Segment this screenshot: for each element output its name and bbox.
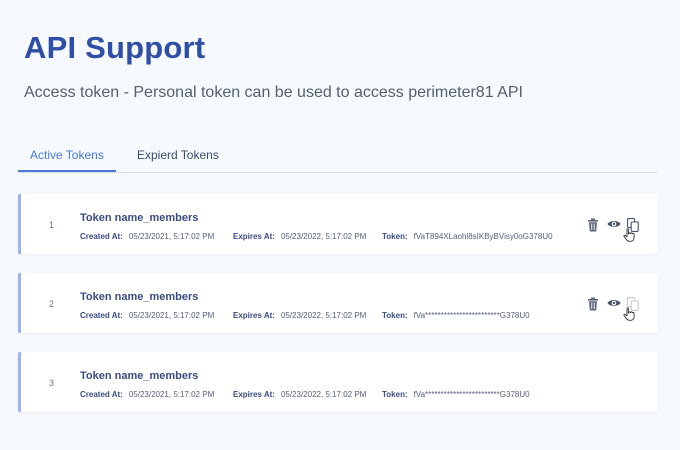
token-name: Token name_members bbox=[80, 291, 199, 303]
token-name: Token name_members bbox=[80, 212, 199, 224]
token-string: fVaT894XLaohl8sIKByBVisy0oG378U0 bbox=[413, 232, 553, 241]
expires-label: Expires At: bbox=[233, 390, 275, 399]
token-expires: Expires At: 05/23/2022, 5:17:02 PM bbox=[233, 311, 366, 320]
expires-value: 05/23/2022, 5:17:02 PM bbox=[280, 390, 367, 399]
token-string: fVa************************G378U0 bbox=[413, 390, 530, 399]
token-created: Created At: 05/23/2021, 5:17:02 PM bbox=[80, 390, 214, 399]
page-title: API Support bbox=[24, 30, 206, 65]
token-value: Token: fVa************************G378U0 bbox=[382, 390, 530, 399]
token-expires: Expires At: 05/23/2022, 5:17:02 PM bbox=[233, 232, 366, 241]
created-label: Created At: bbox=[80, 390, 123, 399]
token-label: Token: bbox=[382, 311, 408, 320]
token-value: Token: fVa************************G378U0 bbox=[382, 311, 530, 320]
token-index: 2 bbox=[49, 299, 55, 309]
created-label: Created At: bbox=[80, 311, 123, 320]
token-expires: Expires At: 05/23/2022, 5:17:02 PM bbox=[233, 390, 366, 399]
hand-cursor-icon bbox=[623, 228, 635, 242]
token-created: Created At: 05/23/2021, 5:17:02 PM bbox=[80, 311, 214, 320]
token-row: 3 Token name_members Created At: 05/23/20… bbox=[18, 352, 658, 412]
token-string: fVa************************G378U0 bbox=[413, 311, 530, 320]
token-label: Token: bbox=[382, 232, 408, 241]
token-label: Token: bbox=[382, 390, 408, 399]
token-name: Token name_members bbox=[80, 370, 199, 382]
eye-icon[interactable] bbox=[607, 219, 621, 233]
created-value: 05/23/2021, 5:17:02 PM bbox=[128, 232, 215, 241]
token-tabs: Active Tokens Expierd Tokens bbox=[18, 140, 657, 173]
token-value: Token: fVaT894XLaohl8sIKByBVisy0oG378U0 bbox=[382, 232, 553, 241]
page-subtitle: Access token - Personal token can be use… bbox=[24, 84, 523, 101]
token-index: 3 bbox=[49, 378, 55, 388]
tab-active-tokens[interactable]: Active Tokens bbox=[18, 148, 116, 172]
created-label: Created At: bbox=[80, 232, 123, 241]
trash-icon[interactable] bbox=[587, 297, 601, 311]
created-value: 05/23/2021, 5:17:02 PM bbox=[128, 311, 215, 320]
expires-value: 05/23/2022, 5:17:02 PM bbox=[280, 232, 367, 241]
token-created: Created At: 05/23/2021, 5:17:02 PM bbox=[80, 232, 214, 241]
eye-icon[interactable] bbox=[607, 298, 621, 312]
token-row: 2 Token name_members Created At: 05/23/20… bbox=[18, 273, 658, 333]
trash-icon[interactable] bbox=[587, 218, 601, 232]
hand-cursor-icon bbox=[623, 307, 635, 321]
expires-label: Expires At: bbox=[233, 311, 275, 320]
expires-value: 05/23/2022, 5:17:02 PM bbox=[280, 311, 367, 320]
tab-expired-tokens[interactable]: Expierd Tokens bbox=[137, 148, 219, 171]
expires-label: Expires At: bbox=[233, 232, 275, 241]
token-row: 1 Token name_members Created At: 05/23/20… bbox=[18, 194, 658, 254]
token-index: 1 bbox=[49, 220, 55, 230]
created-value: 05/23/2021, 5:17:02 PM bbox=[128, 390, 215, 399]
